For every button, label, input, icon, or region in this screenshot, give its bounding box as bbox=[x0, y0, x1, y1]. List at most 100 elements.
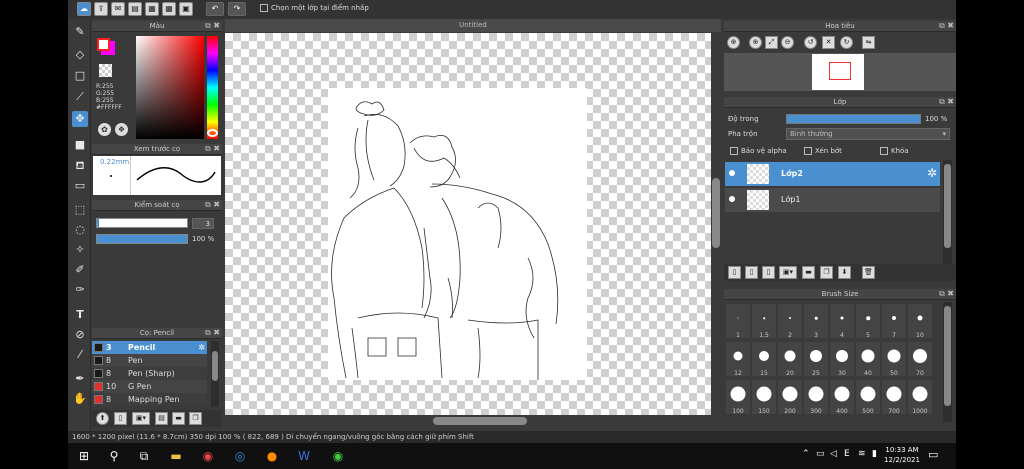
brush-size-cell[interactable]: 12 bbox=[726, 342, 750, 377]
frame-icon[interactable]: ▦ bbox=[145, 2, 159, 16]
redo-icon[interactable]: ↷ bbox=[228, 2, 246, 16]
brush-size-cell[interactable]: 1 bbox=[726, 304, 750, 339]
brush-item-pen-sharp[interactable]: 8 Pen (Sharp) bbox=[92, 367, 207, 380]
color-wheel-icon[interactable]: ✿ bbox=[98, 123, 111, 136]
line-tool-icon[interactable]: ⟋ bbox=[72, 89, 88, 105]
clipping-checkbox[interactable] bbox=[804, 147, 812, 155]
scroll-thumb[interactable] bbox=[944, 306, 951, 406]
blend-select[interactable]: Bình thường ▾ bbox=[786, 128, 950, 140]
wifi-icon[interactable]: ≋ bbox=[858, 449, 866, 459]
select-rect-tool-icon[interactable]: ⬚ bbox=[72, 202, 88, 218]
hand-tool-icon[interactable]: ✋ bbox=[72, 391, 88, 407]
brush-size-cell[interactable]: 4 bbox=[830, 304, 854, 339]
chrome-icon[interactable]: ◉ bbox=[200, 448, 216, 464]
rotate-right-icon[interactable]: ↻ bbox=[840, 36, 853, 49]
lasso-tool-icon[interactable]: ◌ bbox=[72, 222, 88, 238]
snap-icon[interactable]: ▣ bbox=[179, 2, 193, 16]
layer-opacity-slider[interactable] bbox=[786, 114, 921, 124]
delete-layer-icon[interactable]: 🗑 bbox=[862, 266, 875, 279]
canvas-tab[interactable]: Untitled bbox=[225, 19, 721, 32]
brush-size-cell[interactable]: 100 bbox=[726, 380, 750, 415]
visibility-icon[interactable] bbox=[729, 170, 735, 176]
task-view-icon[interactable]: ⧉ bbox=[136, 448, 152, 464]
drawing-canvas[interactable] bbox=[328, 88, 587, 380]
clock[interactable]: 10:33 AM 12/2/2021 bbox=[882, 445, 922, 465]
navigator-viewport[interactable] bbox=[829, 62, 851, 80]
brush-size-cell[interactable]: 3 bbox=[804, 304, 828, 339]
canvas-hscroll[interactable] bbox=[225, 415, 711, 427]
select-layer-on-click[interactable]: Chọn một lớp tại điểm nhấp bbox=[260, 4, 369, 12]
brush-size-cell[interactable]: 15 bbox=[752, 342, 776, 377]
panel-controls-icon[interactable]: ⧉ ✖ bbox=[205, 200, 220, 210]
zoom-in-icon[interactable]: ⊕ bbox=[727, 36, 740, 49]
share-icon[interactable]: ⇪ bbox=[94, 2, 108, 16]
close-icon[interactable]: ⧉ ✖ bbox=[205, 21, 220, 31]
move-tool-icon[interactable]: ✥ bbox=[72, 111, 88, 127]
brush-item-pencil[interactable]: 3 Pencil ✲ bbox=[92, 341, 207, 354]
panel-controls-icon[interactable]: ⧉ ✖ bbox=[205, 144, 220, 154]
brush-size-cell[interactable]: 400 bbox=[830, 380, 854, 415]
undo-icon[interactable]: ↶ bbox=[206, 2, 224, 16]
protect-alpha-checkbox[interactable] bbox=[730, 147, 738, 155]
brush-size-cell[interactable]: 30 bbox=[830, 342, 854, 377]
text-tool-icon[interactable]: T bbox=[72, 307, 88, 323]
divide-tool-icon[interactable]: ⊘ bbox=[72, 327, 88, 343]
language-indicator[interactable]: E bbox=[844, 449, 850, 459]
flip-icon[interactable]: ⇋ bbox=[862, 36, 875, 49]
battery-icon[interactable]: ▮ bbox=[872, 449, 877, 459]
clipping-option[interactable]: Xén bớt bbox=[804, 147, 842, 155]
zoom-in-alt-icon[interactable]: ⊕ bbox=[749, 36, 762, 49]
add-layer-menu-icon[interactable]: ▣▾ bbox=[779, 266, 797, 279]
brush-size-cell[interactable]: 50 bbox=[882, 342, 906, 377]
brush-settings-icon[interactable]: ✲ bbox=[198, 341, 205, 354]
brush-size-cell[interactable]: 300 bbox=[804, 380, 828, 415]
navigator-view[interactable] bbox=[724, 53, 956, 91]
brush-settings-icon[interactable]: ▤ bbox=[155, 412, 168, 425]
brush-item-g-pen[interactable]: 10 G Pen bbox=[92, 380, 207, 393]
brush-size-cell[interactable]: 200 bbox=[778, 380, 802, 415]
brush-size-cell[interactable]: 500 bbox=[856, 380, 880, 415]
brush-size-cell[interactable]: 20 bbox=[778, 342, 802, 377]
zalo-icon[interactable]: ◎ bbox=[232, 448, 248, 464]
panel-controls-icon[interactable]: ⧉ ✖ bbox=[205, 328, 220, 338]
brush-size-cell[interactable]: 25 bbox=[804, 342, 828, 377]
volume-icon[interactable]: ◁ bbox=[830, 449, 837, 459]
file-explorer-icon[interactable]: ▬ bbox=[168, 448, 184, 464]
cloud-icon[interactable]: ☁ bbox=[77, 2, 91, 16]
gradient-tool-icon[interactable]: ▭ bbox=[72, 178, 88, 194]
visibility-icon[interactable] bbox=[729, 196, 735, 202]
brush-list-scrollbar[interactable] bbox=[211, 341, 219, 407]
cloud-brush-icon[interactable]: ⬆ bbox=[96, 412, 109, 425]
size-slider[interactable] bbox=[96, 218, 188, 228]
canvas-area[interactable] bbox=[225, 33, 711, 415]
scroll-thumb[interactable] bbox=[212, 351, 218, 381]
copy-brush-icon[interactable]: ❐ bbox=[189, 412, 202, 425]
hue-slider-handle[interactable] bbox=[207, 129, 218, 137]
comic-icon[interactable]: ▤ bbox=[128, 2, 142, 16]
palette-icon[interactable]: ❖ bbox=[115, 123, 128, 136]
brush-size-cell[interactable]: 150 bbox=[752, 380, 776, 415]
opacity-slider[interactable] bbox=[96, 234, 188, 244]
magic-wand-tool-icon[interactable]: ✧ bbox=[72, 242, 88, 258]
rectangle-tool-icon[interactable]: □ bbox=[72, 68, 88, 84]
word-icon[interactable]: W bbox=[296, 448, 312, 464]
layer-item-layer2[interactable]: Lớp2 ✲ bbox=[725, 162, 940, 186]
brush-size-cell[interactable]: 40 bbox=[856, 342, 880, 377]
size-value-box[interactable]: 3 bbox=[192, 218, 214, 229]
new-layer-icon[interactable]: ▯ bbox=[728, 266, 741, 279]
zoom-out-icon[interactable]: ⊖ bbox=[781, 36, 794, 49]
scroll-thumb[interactable] bbox=[712, 178, 720, 248]
saturation-value-picker[interactable] bbox=[136, 36, 204, 139]
fill-rect-tool-icon[interactable]: ■ bbox=[72, 137, 88, 153]
brush-size-cell[interactable]: 1.5 bbox=[752, 304, 776, 339]
protect-alpha-option[interactable]: Bảo vệ alpha bbox=[730, 147, 787, 155]
search-icon[interactable]: ⚲ bbox=[106, 448, 122, 464]
transparent-swatch[interactable] bbox=[99, 64, 112, 77]
lock-option[interactable]: Khóa bbox=[880, 147, 909, 155]
dropper-tool-icon[interactable]: ✒ bbox=[72, 371, 88, 387]
brush-size-cell[interactable]: 700 bbox=[882, 380, 906, 415]
merge-layer-icon[interactable]: ⬇ bbox=[838, 266, 851, 279]
chevron-up-icon[interactable]: ⌃ bbox=[802, 449, 810, 459]
folder-icon[interactable]: ▬ bbox=[172, 412, 185, 425]
layer-item-layer1[interactable]: Lớp1 bbox=[725, 188, 940, 212]
